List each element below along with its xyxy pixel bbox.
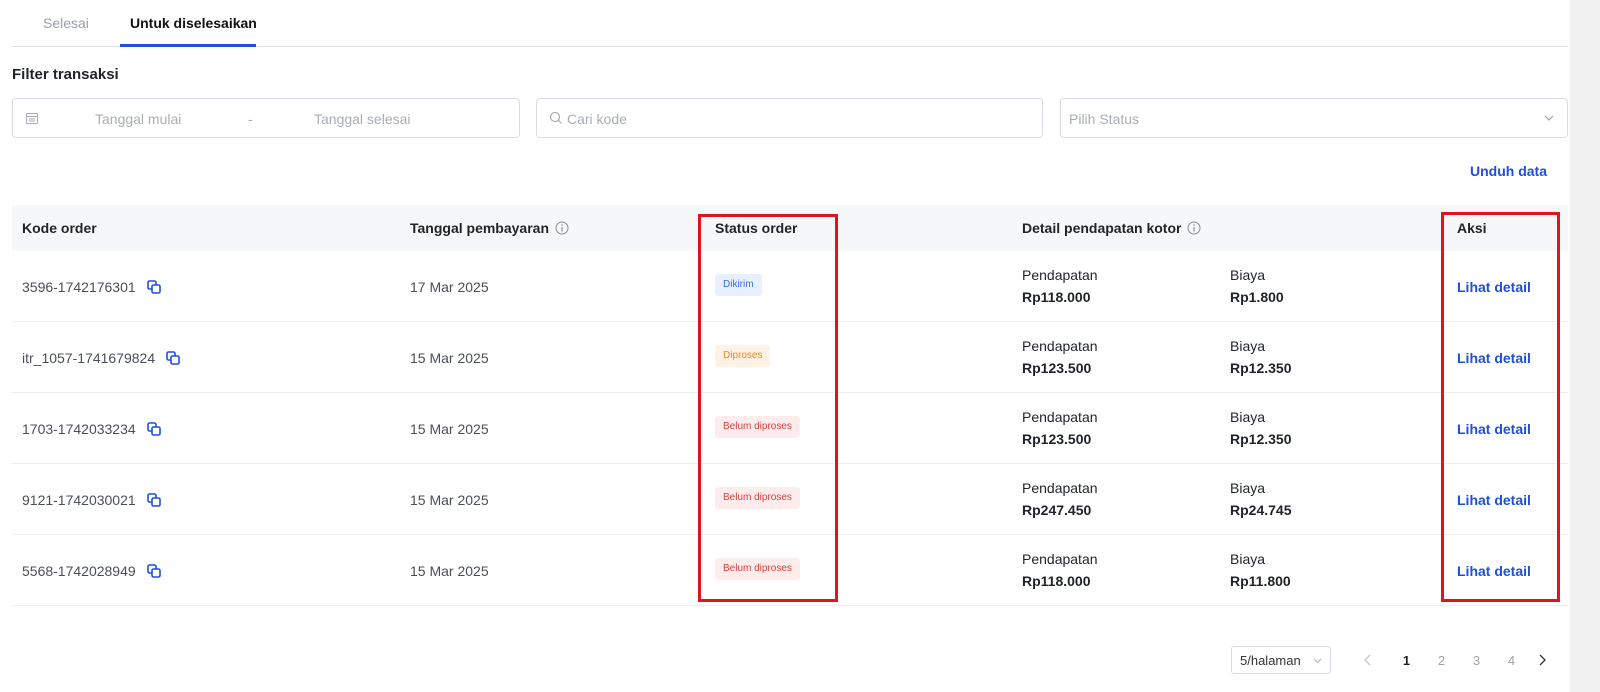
fee-value: Rp11.800: [1230, 573, 1291, 589]
order-code-text: 3596-1742176301: [22, 279, 136, 295]
download-data-link[interactable]: Unduh data: [1470, 163, 1547, 179]
date-separator: -: [248, 111, 253, 127]
header-kode-order-label: Kode order: [22, 220, 97, 236]
fee: Biaya Rp1.800: [1230, 267, 1284, 305]
payment-date: 15 Mar 2025: [410, 350, 489, 366]
revenue: Pendapatan Rp247.450: [1022, 480, 1098, 518]
page-4[interactable]: 4: [1494, 653, 1529, 668]
search-code-field[interactable]: Cari kode: [536, 98, 1043, 138]
page-1[interactable]: 1: [1389, 653, 1424, 668]
chevron-down-icon: [1544, 115, 1554, 121]
copy-icon[interactable]: [146, 279, 162, 295]
date-range-picker[interactable]: Tanggal mulai - Tanggal selesai: [12, 98, 520, 138]
header-detail-pendapatan-label: Detail pendapatan kotor: [1022, 220, 1182, 236]
page-size-label: 5/halaman: [1240, 653, 1301, 668]
revenue-label: Pendapatan: [1022, 267, 1098, 283]
order-code-text: 1703-1742033234: [22, 421, 136, 437]
fee-label: Biaya: [1230, 338, 1266, 354]
header-kode-order: Kode order: [22, 220, 97, 236]
fee: Biaya Rp12.350: [1230, 409, 1291, 447]
revenue-value: Rp247.450: [1022, 502, 1092, 518]
revenue-value: Rp123.500: [1022, 360, 1092, 376]
fee: Biaya Rp11.800: [1230, 551, 1291, 589]
fee-label: Biaya: [1230, 480, 1266, 496]
status-select-placeholder: Pilih Status: [1069, 111, 1140, 127]
tab-selesai[interactable]: Selesai: [43, 15, 89, 31]
fee-label: Biaya: [1230, 267, 1266, 283]
page-size-select[interactable]: 5/halaman: [1231, 646, 1331, 674]
revenue-label: Pendapatan: [1022, 338, 1098, 354]
chevron-down-icon: [1313, 658, 1322, 664]
tab-untuk-diselesaikan[interactable]: Untuk diselesaikan: [130, 15, 257, 31]
filter-title: Filter transaksi: [12, 66, 119, 83]
info-icon[interactable]: [555, 221, 569, 235]
revenue: Pendapatan Rp123.500: [1022, 338, 1098, 376]
fee: Biaya Rp24.745: [1230, 480, 1291, 518]
page-3[interactable]: 3: [1459, 653, 1494, 668]
order-code: 5568-1742028949: [22, 563, 162, 579]
order-code: 1703-1742033234: [22, 421, 162, 437]
end-date-input[interactable]: Tanggal selesai: [314, 111, 411, 127]
fee-value: Rp12.350: [1230, 360, 1292, 376]
calendar-icon: [26, 113, 38, 124]
order-code: 9121-1742030021: [22, 492, 162, 508]
pagination: 5/halaman 1 2 3 4: [1231, 646, 1549, 674]
revenue-value: Rp118.000: [1022, 573, 1091, 589]
start-date-input[interactable]: Tanggal mulai: [95, 111, 181, 127]
order-code-text: 9121-1742030021: [22, 492, 136, 508]
search-icon: [549, 111, 562, 124]
order-code: itr_1057-1741679824: [22, 350, 181, 366]
page-2[interactable]: 2: [1424, 653, 1459, 668]
revenue: Pendapatan Rp123.500: [1022, 409, 1098, 447]
copy-icon[interactable]: [146, 563, 162, 579]
status-column-highlight: [698, 214, 838, 602]
order-code-text: itr_1057-1741679824: [22, 350, 156, 366]
revenue-label: Pendapatan: [1022, 480, 1098, 496]
header-tanggal-pembayaran-label: Tanggal pembayaran: [410, 220, 550, 236]
fee-value: Rp12.350: [1230, 431, 1292, 447]
fee-value: Rp1.800: [1230, 289, 1284, 305]
revenue-value: Rp123.500: [1022, 431, 1092, 447]
payment-date: 17 Mar 2025: [410, 279, 489, 295]
tab-bar: Selesai Untuk diselesaikan: [12, 0, 1568, 47]
action-column-highlight: [1441, 212, 1560, 602]
revenue-label: Pendapatan: [1022, 409, 1098, 425]
status-select[interactable]: Pilih Status: [1060, 98, 1568, 138]
copy-icon[interactable]: [165, 350, 181, 366]
revenue-label: Pendapatan: [1022, 551, 1098, 567]
copy-icon[interactable]: [146, 492, 162, 508]
payment-date: 15 Mar 2025: [410, 492, 489, 508]
active-tab-indicator: [120, 44, 256, 47]
order-code-text: 5568-1742028949: [22, 563, 136, 579]
copy-icon[interactable]: [146, 421, 162, 437]
order-code: 3596-1742176301: [22, 279, 162, 295]
chevron-left-icon[interactable]: [1361, 653, 1375, 667]
revenue-value: Rp118.000: [1022, 289, 1091, 305]
search-input[interactable]: Cari kode: [567, 111, 627, 127]
page-scrollbar[interactable]: [1570, 0, 1600, 692]
fee-value: Rp24.745: [1230, 502, 1292, 518]
revenue: Pendapatan Rp118.000: [1022, 551, 1098, 589]
fee-label: Biaya: [1230, 409, 1266, 425]
fee: Biaya Rp12.350: [1230, 338, 1291, 376]
payment-date: 15 Mar 2025: [410, 563, 489, 579]
header-tanggal-pembayaran: Tanggal pembayaran: [410, 220, 569, 236]
info-icon[interactable]: [1187, 221, 1201, 235]
fee-label: Biaya: [1230, 551, 1266, 567]
payment-date: 15 Mar 2025: [410, 421, 489, 437]
header-detail-pendapatan: Detail pendapatan kotor: [1022, 220, 1201, 236]
chevron-right-icon[interactable]: [1535, 653, 1549, 667]
revenue: Pendapatan Rp118.000: [1022, 267, 1098, 305]
